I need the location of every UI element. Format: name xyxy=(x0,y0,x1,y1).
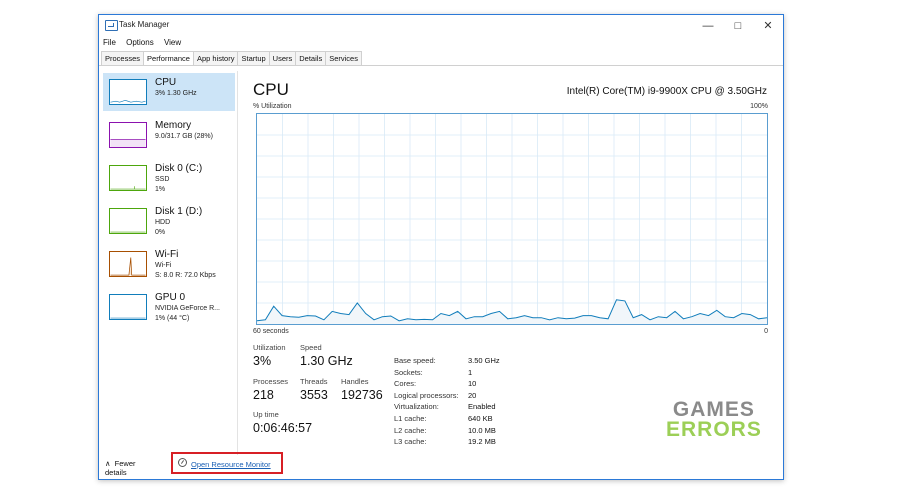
menu-file[interactable]: File xyxy=(103,38,116,47)
graph-y-max: 100% xyxy=(750,103,768,110)
sidebar-memory-name: Memory xyxy=(155,120,192,131)
wifi-thumbnail xyxy=(109,251,147,277)
spec-key: Logical processors: xyxy=(394,390,459,400)
sidebar-item-wifi[interactable]: Wi-Fi Wi-Fi S: 8.0 R: 72.0 Kbps xyxy=(103,245,235,283)
menu-bar: File Options View xyxy=(103,38,189,47)
stat-uptime-value: 0:06:46:57 xyxy=(253,421,313,435)
tab-startup[interactable]: Startup xyxy=(237,51,269,66)
stat-handles-label: Handles xyxy=(341,377,369,386)
sidebar-item-gpu0[interactable]: GPU 0 NVIDIA GeForce R... 1% (44 °C) xyxy=(103,288,235,326)
sidebar-disk1-name: Disk 1 (D:) xyxy=(155,206,203,217)
gpu-thumbnail xyxy=(109,294,147,320)
stat-threads-value: 3553 xyxy=(300,388,328,402)
stat-threads: Threads 3553 xyxy=(300,377,328,403)
watermark-line2: ERRORS xyxy=(666,418,762,441)
menu-view[interactable]: View xyxy=(164,38,181,47)
spec-value: 3.50 GHz xyxy=(468,356,500,365)
spec-key: Base speed: xyxy=(394,356,436,365)
disk1-thumbnail xyxy=(109,208,147,234)
tab-app-history[interactable]: App history xyxy=(192,51,238,66)
cpu-model: Intel(R) Core(TM) i9-9900X CPU @ 3.50GHz xyxy=(566,86,767,97)
tab-users[interactable]: Users xyxy=(268,51,296,66)
spec-key: Sockets: xyxy=(394,367,423,377)
tab-divider xyxy=(99,65,783,66)
sidebar-gpu-line1: NVIDIA GeForce R... xyxy=(155,305,220,312)
sidebar-cpu-name: CPU xyxy=(155,77,177,88)
maximize-icon[interactable]: □ xyxy=(723,15,753,37)
stat-handles-value: 192736 xyxy=(341,388,383,402)
sidebar-disk0-name: Disk 0 (C:) xyxy=(155,163,203,174)
spec-key: Virtualization: xyxy=(394,402,439,412)
close-icon[interactable]: ✕ xyxy=(753,15,783,37)
cpu-thumbnail xyxy=(109,79,147,105)
stat-utilization-value: 3% xyxy=(253,354,272,368)
stat-utilization: Utilization 3% xyxy=(253,343,286,369)
open-resource-monitor-link[interactable]: Open Resource Monitor xyxy=(191,460,271,469)
sidebar-item-memory[interactable]: Memory 9.0/31.7 GB (28%) xyxy=(103,116,235,154)
sidebar-wifi-line2: S: 8.0 R: 72.0 Kbps xyxy=(155,272,216,279)
task-manager-icon xyxy=(105,20,118,31)
sidebar-item-disk1[interactable]: Disk 1 (D:) HDD 0% xyxy=(103,202,235,240)
sidebar-disk1-line2: 0% xyxy=(155,229,166,236)
stat-speed-label: Speed xyxy=(300,343,322,352)
resource-monitor-icon xyxy=(178,458,187,467)
tab-performance[interactable]: Performance xyxy=(143,51,193,66)
minimize-icon[interactable]: — xyxy=(693,15,723,37)
sidebar-cpu-line1: 3% 1.30 GHz xyxy=(155,90,197,97)
spec-value: 10.0 MB xyxy=(468,425,496,435)
stat-uptime: Up time 0:06:46:57 xyxy=(253,410,312,436)
tab-details[interactable]: Details xyxy=(295,51,326,66)
page-title: CPU xyxy=(253,80,289,99)
spec-key: L2 cache: xyxy=(394,425,427,435)
stat-processes-value: 218 xyxy=(253,388,274,402)
graph-x-left: 60 seconds xyxy=(253,328,289,335)
tab-strip: Processes Performance App history Startu… xyxy=(101,51,362,66)
stat-processes: Processes 218 xyxy=(253,377,288,403)
sidebar-item-cpu[interactable]: CPU 3% 1.30 GHz xyxy=(103,73,235,111)
chevron-up-icon: ∧ xyxy=(105,459,111,468)
memory-thumbnail xyxy=(109,122,147,148)
spec-value: 19.2 MB xyxy=(468,437,496,447)
graph-x-right: 0 xyxy=(764,328,768,335)
cpu-utilization-graph xyxy=(256,113,768,325)
spec-value: 10 xyxy=(468,379,477,389)
sidebar-disk0-line2: 1% xyxy=(155,186,166,193)
stat-uptime-label: Up time xyxy=(253,410,279,419)
sidebar-gpu-name: GPU 0 xyxy=(155,292,186,303)
sidebar-wifi-line1: Wi-Fi xyxy=(155,262,172,269)
sidebar-memory-line1: 9.0/31.7 GB (28%) xyxy=(155,133,213,140)
spec-key: Cores: xyxy=(394,379,417,389)
disk0-thumbnail xyxy=(109,165,147,191)
spec-value: 1 xyxy=(468,367,473,377)
menu-options[interactable]: Options xyxy=(126,38,154,47)
sidebar-wifi-name: Wi-Fi xyxy=(155,249,179,260)
sidebar-gpu-line2: 1% (44 °C) xyxy=(155,315,190,322)
tab-processes[interactable]: Processes xyxy=(101,51,144,66)
spec-key: L3 cache: xyxy=(394,437,427,447)
stat-speed-value: 1.30 GHz xyxy=(300,354,353,368)
stat-processes-label: Processes xyxy=(253,377,289,386)
tab-services[interactable]: Services xyxy=(325,51,362,66)
spec-key: L1 cache: xyxy=(394,413,427,423)
spec-value: Enabled xyxy=(468,402,496,412)
watermark-logo: GAMES ERRORS xyxy=(666,398,762,441)
stat-handles: Handles 192736 xyxy=(341,377,383,403)
sidebar-disk0-line1: SSD xyxy=(155,176,170,183)
fewer-details-button[interactable]: ∧ Fewer details xyxy=(105,459,136,477)
stat-utilization-label: Utilization xyxy=(253,343,286,352)
watermark-line1: GAMES xyxy=(672,398,755,421)
sidebar-disk1-line1: HDD xyxy=(155,219,171,226)
window-title: Task Manager xyxy=(119,20,170,29)
title-bar[interactable]: Task Manager — □ ✕ xyxy=(99,15,783,37)
resource-monitor-highlight: Open Resource Monitor xyxy=(171,452,283,474)
spec-value: 640 KB xyxy=(468,413,493,423)
graph-y-label: % Utilization xyxy=(253,103,292,110)
sidebar-item-disk0[interactable]: Disk 0 (C:) SSD 1% xyxy=(103,159,235,197)
resource-sidebar: CPU 3% 1.30 GHz Memory 9.0/31.7 GB (28%)… xyxy=(101,71,238,455)
stat-speed: Speed 1.30 GHz xyxy=(300,343,353,369)
stat-threads-label: Threads xyxy=(300,377,328,386)
spec-value: 20 xyxy=(468,390,477,400)
